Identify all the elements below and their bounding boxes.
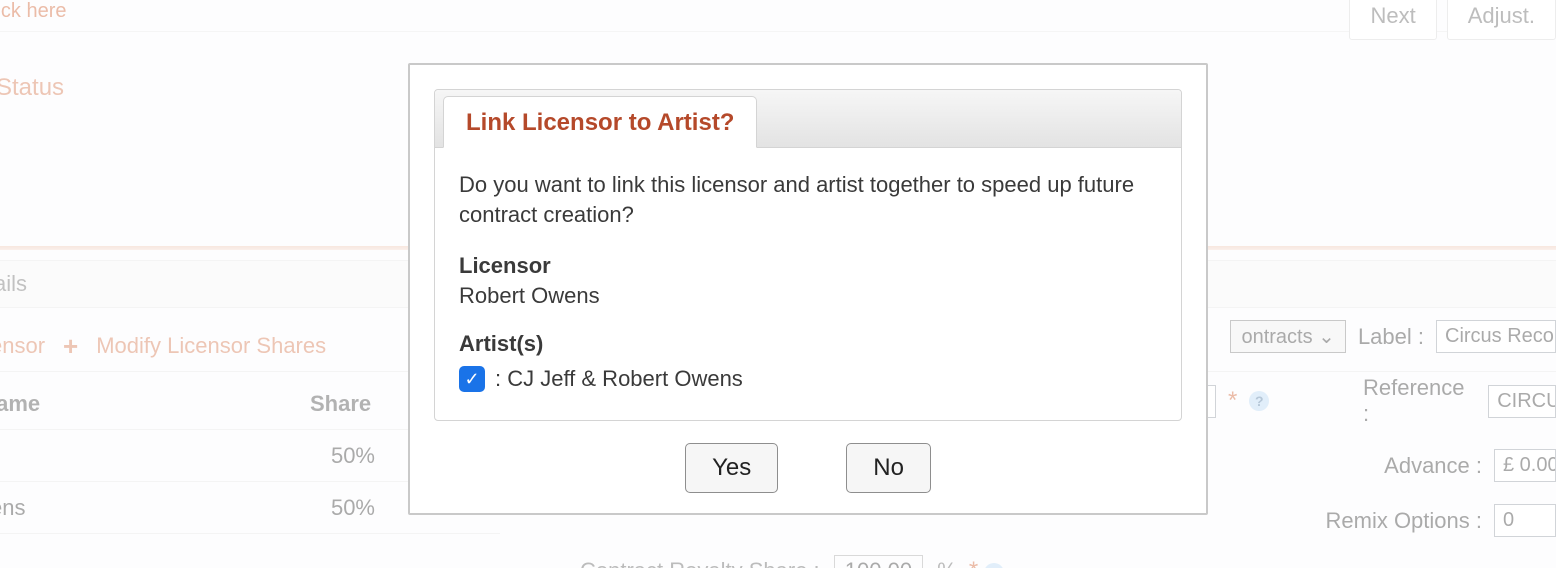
required-asterisk: * [969, 557, 978, 568]
percent-suffix: % [937, 558, 957, 568]
required-asterisk: * [1228, 387, 1237, 415]
link-licensor-modal: Link Licensor to Artist? Do you want to … [408, 63, 1208, 515]
modal-tab-strip: Link Licensor to Artist? [435, 90, 1181, 148]
top-link-fragment[interactable]: lick here [0, 0, 66, 23]
help-icon[interactable]: ? [984, 563, 1004, 568]
reference-field[interactable]: CIRCU [1488, 385, 1556, 418]
advance-label: Advance : [1384, 453, 1482, 479]
artist-checkbox[interactable]: ✓ [459, 366, 485, 392]
share-value: 50% [320, 495, 375, 521]
modal-tab-title[interactable]: Link Licensor to Artist? [443, 96, 757, 148]
column-header-name: lame [0, 391, 40, 417]
modify-licensor-shares-link[interactable]: Modify Licensor Shares [96, 333, 326, 359]
advance-field[interactable]: £ 0.00 [1494, 449, 1556, 482]
label-label: Label : [1358, 324, 1424, 350]
artist-row: ✓ : CJ Jeff & Robert Owens [459, 364, 1157, 394]
chevron-down-icon: ⌄ [1318, 326, 1335, 348]
artists-heading: Artist(s) [459, 329, 1157, 359]
column-header-share: Share [310, 391, 371, 417]
reference-label: Reference : [1363, 375, 1476, 427]
status-tab[interactable]: Status [0, 74, 64, 102]
contract-royalty-field[interactable]: 100.00 [834, 555, 923, 568]
contract-royalty-row: Contract Royalty Share : 100.00 % * ? [580, 555, 1004, 568]
contract-royalty-label: Contract Royalty Share : [580, 558, 820, 568]
share-value: 50% [320, 443, 375, 469]
modal-question: Do you want to link this licensor and ar… [459, 170, 1157, 229]
label-field[interactable]: Circus Recor [1436, 320, 1556, 353]
adjust-button[interactable]: Adjust. [1447, 0, 1556, 40]
licensor-action-fragment[interactable]: ensor [0, 333, 45, 359]
name-fragment: ens [0, 495, 25, 521]
next-button[interactable]: Next [1349, 0, 1436, 40]
help-icon[interactable]: ? [1249, 391, 1269, 411]
plus-icon: + [63, 333, 78, 359]
contracts-dropdown-text: ontracts [1241, 326, 1312, 348]
remix-options-field[interactable]: 0 [1494, 504, 1556, 537]
contracts-dropdown[interactable]: ontracts ⌄ [1230, 320, 1345, 353]
no-button[interactable]: No [846, 443, 931, 493]
remix-options-label: Remix Options : [1326, 508, 1483, 534]
licensor-name: Robert Owens [459, 281, 1157, 311]
licensor-heading: Licensor [459, 251, 1157, 281]
section-header-text: ails [0, 271, 27, 297]
artist-name: : CJ Jeff & Robert Owens [495, 364, 743, 394]
yes-button[interactable]: Yes [685, 443, 778, 493]
